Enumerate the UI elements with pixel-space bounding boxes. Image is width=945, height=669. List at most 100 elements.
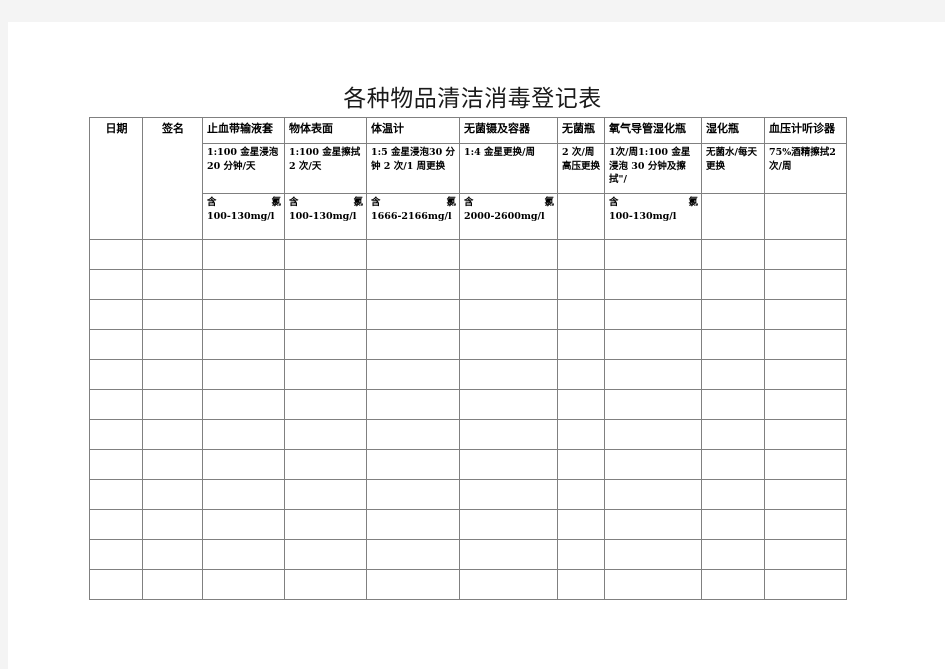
entry-cell[interactable]: [557, 269, 605, 300]
entry-cell[interactable]: [557, 449, 605, 480]
entry-cell[interactable]: [89, 569, 143, 600]
entry-cell[interactable]: [764, 329, 847, 360]
entry-cell[interactable]: [459, 239, 558, 270]
entry-cell[interactable]: [764, 569, 847, 600]
entry-cell[interactable]: [557, 419, 605, 450]
entry-cell[interactable]: [557, 509, 605, 540]
entry-cell[interactable]: [142, 509, 203, 540]
entry-cell[interactable]: [764, 449, 847, 480]
entry-cell[interactable]: [701, 269, 765, 300]
entry-cell[interactable]: [366, 479, 460, 510]
entry-cell[interactable]: [557, 569, 605, 600]
entry-cell[interactable]: [89, 299, 143, 330]
entry-cell[interactable]: [142, 449, 203, 480]
entry-cell[interactable]: [366, 239, 460, 270]
entry-cell[interactable]: [459, 509, 558, 540]
entry-cell[interactable]: [366, 299, 460, 330]
entry-cell[interactable]: [202, 329, 285, 360]
entry-cell[interactable]: [89, 449, 143, 480]
entry-cell[interactable]: [459, 329, 558, 360]
entry-cell[interactable]: [202, 359, 285, 390]
entry-cell[interactable]: [701, 359, 765, 390]
entry-cell[interactable]: [604, 389, 702, 420]
entry-cell[interactable]: [202, 479, 285, 510]
entry-cell[interactable]: [701, 239, 765, 270]
entry-cell[interactable]: [764, 389, 847, 420]
entry-cell[interactable]: [284, 569, 367, 600]
entry-cell[interactable]: [701, 509, 765, 540]
entry-cell[interactable]: [202, 509, 285, 540]
entry-cell[interactable]: [284, 419, 367, 450]
entry-cell[interactable]: [89, 389, 143, 420]
entry-cell[interactable]: [604, 539, 702, 570]
entry-cell[interactable]: [284, 389, 367, 420]
entry-cell[interactable]: [366, 539, 460, 570]
entry-cell[interactable]: [142, 539, 203, 570]
entry-cell[interactable]: [764, 479, 847, 510]
entry-cell[interactable]: [366, 419, 460, 450]
entry-cell[interactable]: [557, 239, 605, 270]
entry-cell[interactable]: [202, 389, 285, 420]
entry-cell[interactable]: [764, 299, 847, 330]
entry-cell[interactable]: [89, 509, 143, 540]
entry-cell[interactable]: [366, 449, 460, 480]
entry-cell[interactable]: [142, 269, 203, 300]
entry-cell[interactable]: [557, 299, 605, 330]
entry-cell[interactable]: [89, 329, 143, 360]
entry-cell[interactable]: [202, 569, 285, 600]
entry-cell[interactable]: [604, 419, 702, 450]
entry-cell[interactable]: [89, 419, 143, 450]
entry-cell[interactable]: [701, 389, 765, 420]
entry-cell[interactable]: [459, 479, 558, 510]
entry-cell[interactable]: [764, 419, 847, 450]
entry-cell[interactable]: [701, 539, 765, 570]
entry-cell[interactable]: [764, 359, 847, 390]
entry-cell[interactable]: [604, 269, 702, 300]
entry-cell[interactable]: [284, 329, 367, 360]
entry-cell[interactable]: [202, 239, 285, 270]
entry-cell[interactable]: [366, 569, 460, 600]
entry-cell[interactable]: [202, 269, 285, 300]
entry-cell[interactable]: [557, 359, 605, 390]
entry-cell[interactable]: [604, 359, 702, 390]
entry-cell[interactable]: [557, 479, 605, 510]
entry-cell[interactable]: [284, 479, 367, 510]
entry-cell[interactable]: [366, 359, 460, 390]
entry-cell[interactable]: [366, 509, 460, 540]
entry-cell[interactable]: [604, 569, 702, 600]
entry-cell[interactable]: [142, 479, 203, 510]
entry-cell[interactable]: [459, 449, 558, 480]
entry-cell[interactable]: [284, 509, 367, 540]
entry-cell[interactable]: [284, 449, 367, 480]
entry-cell[interactable]: [366, 269, 460, 300]
entry-cell[interactable]: [284, 539, 367, 570]
entry-cell[interactable]: [142, 389, 203, 420]
entry-cell[interactable]: [89, 239, 143, 270]
entry-cell[interactable]: [284, 269, 367, 300]
entry-cell[interactable]: [202, 539, 285, 570]
entry-cell[interactable]: [142, 359, 203, 390]
entry-cell[interactable]: [764, 539, 847, 570]
entry-cell[interactable]: [366, 329, 460, 360]
entry-cell[interactable]: [604, 479, 702, 510]
entry-cell[interactable]: [202, 419, 285, 450]
entry-cell[interactable]: [701, 479, 765, 510]
entry-cell[interactable]: [202, 299, 285, 330]
entry-cell[interactable]: [459, 389, 558, 420]
entry-cell[interactable]: [604, 449, 702, 480]
entry-cell[interactable]: [459, 299, 558, 330]
entry-cell[interactable]: [701, 449, 765, 480]
entry-cell[interactable]: [142, 329, 203, 360]
entry-cell[interactable]: [284, 299, 367, 330]
entry-cell[interactable]: [764, 509, 847, 540]
entry-cell[interactable]: [142, 569, 203, 600]
entry-cell[interactable]: [557, 389, 605, 420]
entry-cell[interactable]: [557, 329, 605, 360]
entry-cell[interactable]: [701, 299, 765, 330]
entry-cell[interactable]: [89, 539, 143, 570]
entry-cell[interactable]: [284, 239, 367, 270]
entry-cell[interactable]: [142, 299, 203, 330]
entry-cell[interactable]: [557, 539, 605, 570]
entry-cell[interactable]: [604, 299, 702, 330]
entry-cell[interactable]: [701, 329, 765, 360]
